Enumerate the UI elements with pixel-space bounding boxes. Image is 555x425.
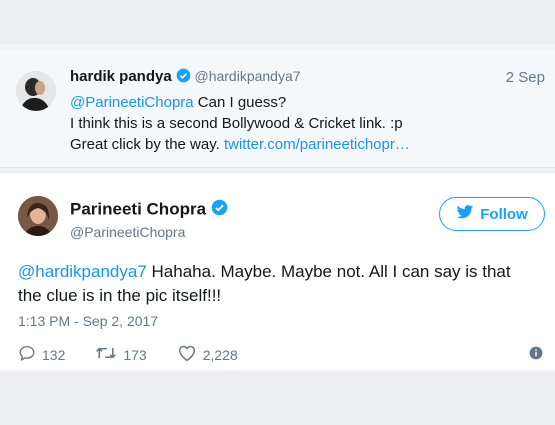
verified-icon [176,68,191,86]
top-background [0,0,555,44]
info-icon[interactable] [529,346,543,365]
reply-line3-text: Great click by the way. [70,136,224,153]
reply-author-name[interactable]: hardik pandya [70,68,172,85]
reply-mention-link[interactable]: @ParineetiChopra [70,94,194,111]
reply-tweet-text: @ParineetiChopra Can I guess? I think th… [70,92,410,155]
follow-label: Follow [480,205,528,223]
reply-line1-text: Can I guess? [193,94,287,111]
main-mention-link[interactable]: @hardikpandya7 [18,262,147,281]
retweet-icon [95,344,117,365]
twitter-bird-icon [456,204,474,224]
verified-icon [211,199,228,221]
tweet-actions: 132 173 2,228 [18,344,268,365]
like-action[interactable]: 2,228 [177,344,238,365]
retweet-action[interactable]: 173 [95,344,147,365]
like-icon [177,344,197,365]
tweet-timestamp[interactable]: 1:13 PM - Sep 2, 2017 [18,313,158,329]
parineeti-avatar[interactable] [18,196,58,236]
reply-url-link[interactable]: twitter.com/parineetichopr… [224,136,410,153]
reply-icon [18,344,36,365]
bottom-background [0,372,555,425]
follow-button[interactable]: Follow [439,197,545,231]
main-author-handle[interactable]: @ParineetiChopra [70,224,185,240]
retweet-count: 173 [123,346,147,363]
reply-author-handle[interactable]: @hardikpandya7 [194,68,300,84]
main-author-name[interactable]: Parineeti Chopra [70,199,206,218]
main-tweet-text: @hardikpandya7 Hahaha. Maybe. Maybe not.… [18,260,538,308]
reply-count: 132 [42,346,66,363]
main-author-row: Parineeti Chopra [70,199,228,221]
reply-tweet-header: hardik pandya @hardikpandya7 [70,68,301,86]
hardik-avatar[interactable] [16,71,56,111]
reply-date[interactable]: 2 Sep [506,69,545,86]
reply-action[interactable]: 132 [18,344,65,365]
like-count: 2,228 [202,346,238,363]
reply-line2-text: I think this is a second Bollywood & Cri… [70,115,403,132]
